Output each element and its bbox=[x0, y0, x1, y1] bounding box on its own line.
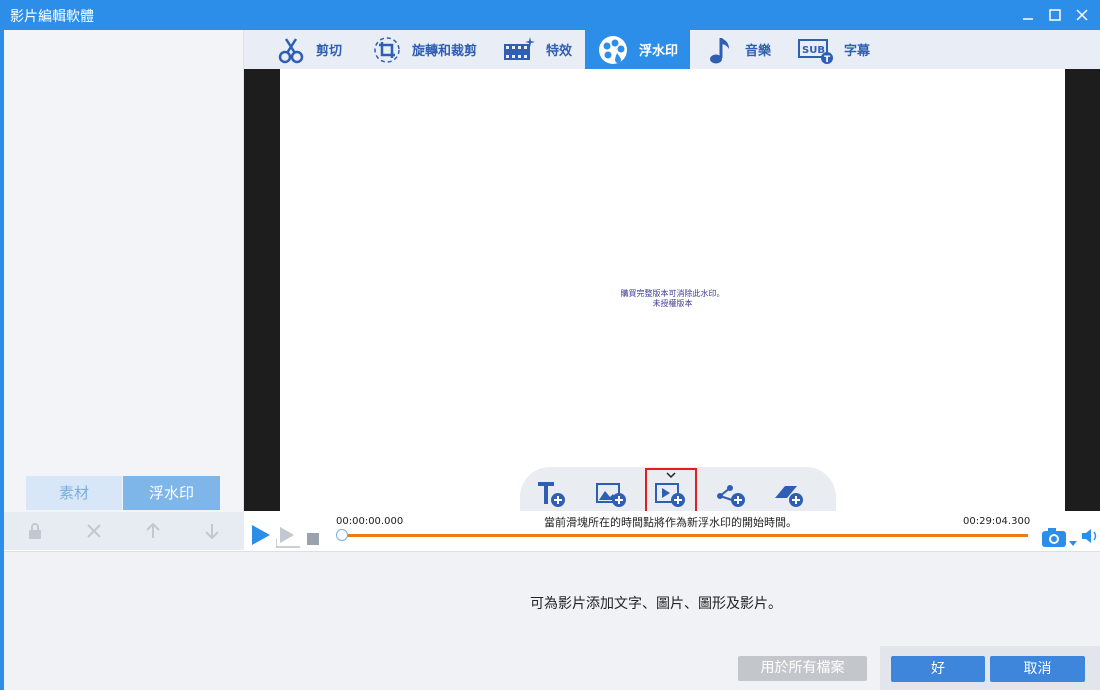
trial-watermark-line2: 未授權版本 bbox=[652, 299, 693, 308]
current-time: 00:00:00.000 bbox=[336, 516, 404, 527]
trial-watermark-line1: 購買完整版本可消除此水印。 bbox=[620, 289, 725, 298]
tab-cut[interactable]: 剪切 bbox=[276, 30, 342, 69]
chevron-down-icon bbox=[666, 472, 676, 479]
watermark-tool-panel bbox=[520, 467, 836, 517]
apply-to-all-button[interactable]: 用於所有檔案 bbox=[738, 656, 867, 681]
delete-icon bbox=[87, 524, 101, 538]
tool-highlight-box bbox=[645, 468, 697, 517]
rotate-crop-icon bbox=[374, 36, 400, 63]
add-shape-button[interactable] bbox=[715, 480, 747, 508]
scissors-icon bbox=[278, 37, 304, 63]
timeline-hint: 當前滑塊所在的時間點將作為新浮水印的開始時間。 bbox=[544, 516, 797, 529]
play-button[interactable] bbox=[250, 523, 272, 551]
add-shape-icon bbox=[717, 485, 745, 507]
title-bar: 影片編輯軟體 bbox=[0, 0, 1100, 30]
maximize-icon bbox=[1049, 9, 1061, 21]
tab-rotate-crop-label: 旋轉和裁剪 bbox=[412, 44, 478, 59]
tab-cut-label: 剪切 bbox=[316, 44, 343, 59]
minimize-icon bbox=[1023, 18, 1033, 20]
tab-subtitle-label: 字幕 bbox=[844, 44, 871, 59]
tab-music-label: 音樂 bbox=[745, 44, 772, 59]
watermark-list-panel bbox=[4, 30, 244, 550]
close-icon bbox=[1076, 9, 1088, 21]
caret-down-icon bbox=[1069, 541, 1077, 546]
timeline-track[interactable] bbox=[342, 534, 1028, 537]
lock-button[interactable] bbox=[24, 520, 46, 542]
effects-icon bbox=[504, 36, 535, 60]
tab-subtitle[interactable]: SUB T 字幕 bbox=[798, 30, 870, 69]
tab-watermark-list[interactable]: 浮水印 bbox=[123, 476, 220, 510]
tab-effects-label: 特效 bbox=[546, 44, 573, 59]
add-eraser-button[interactable] bbox=[773, 480, 805, 508]
arrow-up-icon bbox=[146, 522, 160, 538]
info-text: 可為影片添加文字、圖片、圖形及影片。 bbox=[530, 596, 782, 612]
minimize-button[interactable] bbox=[1015, 3, 1041, 27]
play-segment-button[interactable] bbox=[275, 525, 300, 553]
feature-tabs: 剪切 旋轉和裁剪 特效 浮水印 音樂 SUB T 字幕 bbox=[244, 30, 1100, 69]
move-down-button[interactable] bbox=[201, 520, 223, 542]
watermark-list-actions bbox=[4, 512, 244, 550]
window-title: 影片編輯軟體 bbox=[10, 9, 94, 25]
maximize-button[interactable] bbox=[1042, 3, 1068, 27]
total-time: 00:29:04.300 bbox=[963, 516, 1031, 527]
trial-watermark-text: 購買完整版本可消除此水印。 未授權版本 bbox=[280, 289, 1065, 309]
snapshot-button[interactable] bbox=[1041, 526, 1067, 552]
add-text-icon bbox=[538, 482, 565, 507]
timeline-slider-handle[interactable] bbox=[336, 529, 348, 541]
watermark-icon bbox=[599, 35, 627, 64]
close-button[interactable] bbox=[1069, 3, 1095, 27]
svg-text:SUB: SUB bbox=[802, 45, 825, 56]
add-image-button[interactable] bbox=[596, 480, 628, 508]
add-text-button[interactable] bbox=[536, 480, 568, 508]
add-image-icon bbox=[596, 483, 626, 507]
tab-rotate-crop[interactable]: 旋轉和裁剪 bbox=[372, 30, 477, 69]
music-icon bbox=[710, 37, 729, 63]
volume-button[interactable] bbox=[1080, 526, 1100, 550]
svg-text:T: T bbox=[824, 55, 831, 65]
volume-icon bbox=[1082, 529, 1097, 543]
tab-music[interactable]: 音樂 bbox=[707, 30, 771, 69]
play-segment-icon bbox=[275, 527, 300, 548]
play-icon bbox=[252, 525, 270, 545]
snapshot-options-button[interactable] bbox=[1068, 533, 1078, 552]
camera-icon bbox=[1042, 528, 1066, 547]
arrow-down-icon bbox=[205, 524, 219, 540]
preview-canvas[interactable]: 購買完整版本可消除此水印。 未授權版本 bbox=[280, 69, 1065, 511]
tab-watermark[interactable]: 浮水印 bbox=[585, 30, 690, 69]
stop-icon bbox=[307, 533, 319, 545]
stop-button[interactable] bbox=[307, 530, 319, 549]
subtitle-icon: SUB T bbox=[798, 38, 833, 65]
video-preview: 購買完整版本可消除此水印。 未授權版本 bbox=[244, 69, 1100, 517]
tab-watermark-label: 浮水印 bbox=[639, 44, 679, 59]
lock-icon bbox=[29, 523, 41, 539]
add-eraser-icon bbox=[775, 486, 803, 507]
ok-button[interactable]: 好 bbox=[891, 656, 985, 682]
tab-effects[interactable]: 特效 bbox=[502, 30, 572, 69]
delete-button[interactable] bbox=[83, 520, 105, 542]
playback-bar: 00:00:00.000 當前滑塊所在的時間點將作為新浮水印的開始時間。 00:… bbox=[244, 511, 1100, 551]
cancel-button[interactable]: 取消 bbox=[990, 656, 1085, 682]
move-up-button[interactable] bbox=[142, 520, 164, 542]
tab-material[interactable]: 素材 bbox=[26, 476, 122, 510]
